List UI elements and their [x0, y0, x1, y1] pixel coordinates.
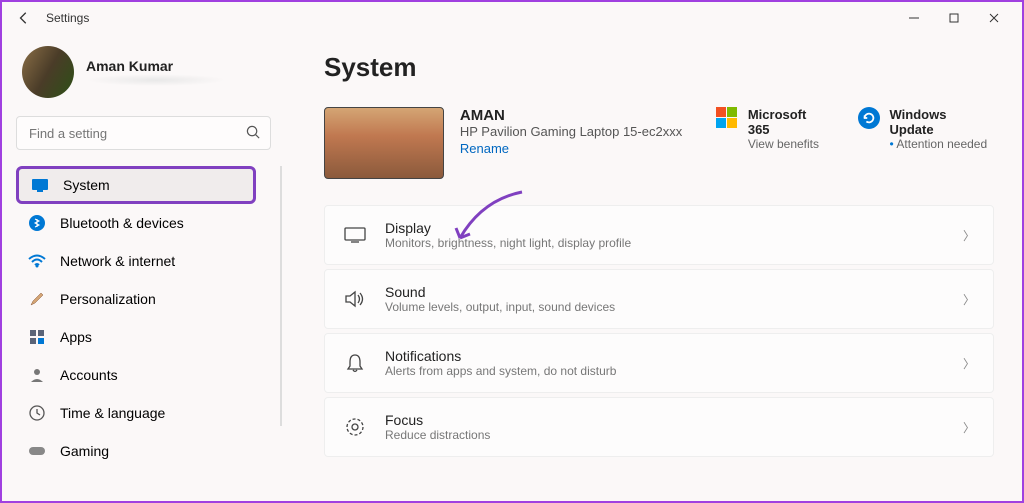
rename-link[interactable]: Rename [460, 141, 509, 156]
device-preview[interactable] [324, 107, 444, 179]
update-icon [858, 107, 880, 129]
setting-title: Notifications [385, 348, 945, 364]
sidebar-item-network[interactable]: Network & internet [16, 242, 256, 280]
gamepad-icon [28, 442, 46, 460]
bell-icon [343, 353, 367, 373]
device-model: HP Pavilion Gaming Laptop 15-ec2xxx [460, 124, 700, 139]
scrollbar[interactable] [280, 166, 282, 426]
m365-sub: View benefits [748, 137, 832, 151]
chevron-right-icon: 〉 [963, 355, 975, 372]
setting-desc: Volume levels, output, input, sound devi… [385, 300, 945, 314]
setting-title: Display [385, 220, 945, 236]
bluetooth-icon [28, 214, 46, 232]
sidebar-item-gaming[interactable]: Gaming [16, 432, 256, 470]
search-icon [246, 125, 261, 145]
system-icon [31, 176, 49, 194]
clock-icon [28, 404, 46, 422]
brush-icon [28, 290, 46, 308]
back-button[interactable] [10, 4, 38, 32]
avatar [22, 46, 74, 98]
quick-links: Microsoft 365 View benefits Windows Upda… [716, 107, 994, 151]
page-title: System [324, 52, 994, 83]
search-container [16, 116, 271, 150]
window-title: Settings [46, 11, 89, 25]
nav: System Bluetooth & devices Network & int… [16, 166, 292, 470]
nav-label: Apps [60, 329, 92, 345]
device-info: AMAN HP Pavilion Gaming Laptop 15-ec2xxx… [460, 107, 700, 158]
windows-update-link[interactable]: Windows Update Attention needed [858, 107, 994, 151]
close-button[interactable] [974, 4, 1014, 32]
search-input[interactable] [16, 116, 271, 150]
profile-name: Aman Kumar [86, 58, 226, 74]
device-row: AMAN HP Pavilion Gaming Laptop 15-ec2xxx… [324, 107, 994, 179]
focus-icon [343, 417, 367, 437]
setting-desc: Reduce distractions [385, 428, 945, 442]
setting-desc: Monitors, brightness, night light, displ… [385, 236, 945, 250]
microsoft-logo-icon [716, 107, 738, 129]
chevron-right-icon: 〉 [963, 419, 975, 436]
maximize-button[interactable] [934, 4, 974, 32]
setting-notifications[interactable]: Notifications Alerts from apps and syste… [324, 333, 994, 393]
sound-icon [343, 290, 367, 308]
window-controls [894, 4, 1014, 32]
sidebar-item-bluetooth[interactable]: Bluetooth & devices [16, 204, 256, 242]
setting-focus[interactable]: Focus Reduce distractions 〉 [324, 397, 994, 457]
profile-section[interactable]: Aman Kumar [16, 46, 292, 98]
setting-sound[interactable]: Sound Volume levels, output, input, soun… [324, 269, 994, 329]
setting-display[interactable]: Display Monitors, brightness, night ligh… [324, 205, 994, 265]
sidebar-item-accounts[interactable]: Accounts [16, 356, 256, 394]
titlebar: Settings [2, 2, 1022, 34]
m365-link[interactable]: Microsoft 365 View benefits [716, 107, 832, 151]
m365-title: Microsoft 365 [748, 107, 832, 137]
setting-desc: Alerts from apps and system, do not dist… [385, 364, 945, 378]
wifi-icon [28, 252, 46, 270]
sidebar-item-personalization[interactable]: Personalization [16, 280, 256, 318]
nav-label: Bluetooth & devices [60, 215, 184, 231]
nav-label: Time & language [60, 405, 165, 421]
sidebar-item-apps[interactable]: Apps [16, 318, 256, 356]
profile-email-redacted [86, 74, 226, 86]
device-name: AMAN [460, 107, 700, 124]
sidebar-item-system[interactable]: System [16, 166, 256, 204]
nav-label: Network & internet [60, 253, 175, 269]
settings-list: Display Monitors, brightness, night ligh… [324, 205, 994, 457]
chevron-right-icon: 〉 [963, 227, 975, 244]
main-content: System AMAN HP Pavilion Gaming Laptop 15… [292, 34, 1022, 501]
nav-label: Gaming [60, 443, 109, 459]
apps-icon [28, 328, 46, 346]
sidebar-item-time[interactable]: Time & language [16, 394, 256, 432]
minimize-button[interactable] [894, 4, 934, 32]
display-icon [343, 227, 367, 243]
nav-label: Accounts [60, 367, 118, 383]
user-icon [28, 366, 46, 384]
setting-title: Sound [385, 284, 945, 300]
setting-title: Focus [385, 412, 945, 428]
nav-label: Personalization [60, 291, 156, 307]
sidebar: Aman Kumar System Bluetooth & devices Ne… [2, 34, 292, 501]
nav-label: System [63, 177, 110, 193]
wu-sub: Attention needed [890, 137, 994, 151]
wu-title: Windows Update [890, 107, 994, 137]
chevron-right-icon: 〉 [963, 291, 975, 308]
